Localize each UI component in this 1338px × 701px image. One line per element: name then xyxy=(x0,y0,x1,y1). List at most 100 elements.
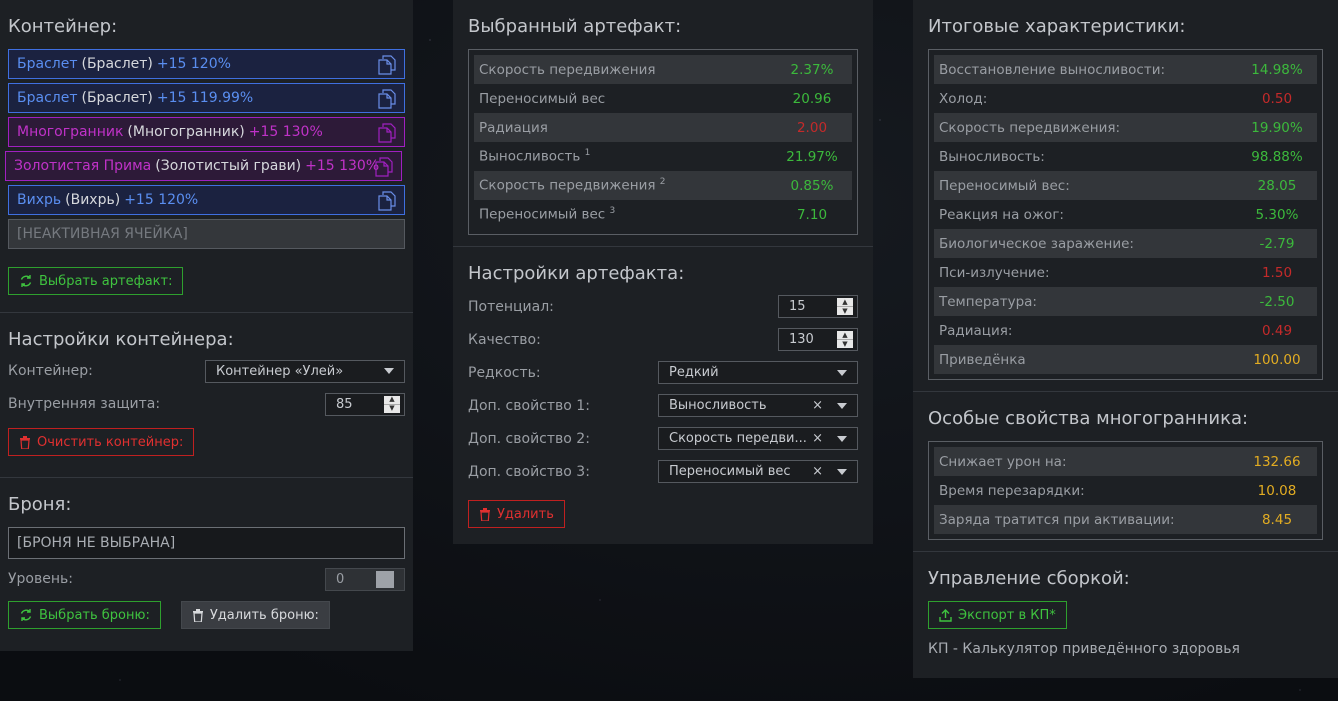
slot-artifact-name: Браслет xyxy=(17,90,78,106)
stat-value: 10.08 xyxy=(1257,482,1297,499)
totals-stats-table: Восстановление выносливости: 14.98% Холод:… xyxy=(928,49,1323,380)
totals-title: Итоговые характеристики: xyxy=(928,16,1186,37)
copy-icon[interactable] xyxy=(378,89,396,109)
prop2-select[interactable]: Скорость передви... × xyxy=(658,427,858,450)
total-stat-row: Пси-излучение: 1.50 xyxy=(934,258,1317,287)
protection-row: Внутренняя защита: 85 ▲ ▼ xyxy=(8,386,405,422)
stat-value: 28.05 xyxy=(1257,177,1297,194)
rarity-select[interactable]: Редкий xyxy=(658,361,858,384)
stat-value: 132.66 xyxy=(1253,453,1301,470)
totals-section: Итоговые характеристики: Восстановление … xyxy=(913,0,1338,392)
delete-armor-button[interactable]: Удалить броню: xyxy=(180,601,330,629)
stat-label: Заряда тратится при активации: xyxy=(939,511,1175,528)
prop1-select[interactable]: Выносливость × xyxy=(658,394,858,417)
upload-icon xyxy=(939,608,952,622)
stat-value: 19.90% xyxy=(1251,119,1303,136)
prop1-row: Доп. свойство 1: Выносливость × xyxy=(468,389,858,422)
total-stat-row: Радиация: 0.49 xyxy=(934,316,1317,345)
total-stat-row: Скорость передвижения: 19.90% xyxy=(934,113,1317,142)
slot-artifact-bonus: +15 120% xyxy=(156,56,231,72)
container-row: Контейнер: Контейнер «Улей» xyxy=(8,356,405,386)
copy-icon[interactable] xyxy=(375,157,393,177)
stat-label: Восстановление выносливости: xyxy=(939,61,1166,78)
special-stat-row: Время перезарядки: 10.08 xyxy=(934,476,1317,505)
artifact-settings-title: Настройки артефакта: xyxy=(468,263,685,284)
choose-armor-button[interactable]: Выбрать броню: xyxy=(8,601,161,629)
slot-artifact-name: Многогранник xyxy=(17,124,124,140)
armor-field[interactable]: [БРОНЯ НЕ ВЫБРАНА] xyxy=(8,527,405,559)
container-settings-title: Настройки контейнера: xyxy=(8,329,234,350)
container-slot[interactable]: Браслет (Браслет) +15 120% xyxy=(8,49,405,79)
choose-artifact-button[interactable]: Выбрать артефакт: xyxy=(8,267,184,295)
armor-section: Броня: [БРОНЯ НЕ ВЫБРАНА] Уровень: 0 Выб… xyxy=(0,478,413,645)
container-title: Контейнер: xyxy=(8,16,118,37)
copy-icon[interactable] xyxy=(378,55,396,75)
protection-input[interactable]: 85 ▲ ▼ xyxy=(325,392,405,416)
slider-handle[interactable] xyxy=(376,570,394,588)
stat-label: Переносимый вес: xyxy=(939,177,1070,194)
refresh-icon xyxy=(20,609,32,621)
artifact-stats-table: Скорость передвижения 2.37% Переносимый ве… xyxy=(468,49,858,235)
copy-icon[interactable] xyxy=(378,123,396,143)
total-stat-row: Биологическое заражение: -2.79 xyxy=(934,229,1317,258)
artifact-stat-row: Переносимый вес 3 7.10 xyxy=(474,200,852,229)
container-slot[interactable]: Вихрь (Вихрь) +15 120% xyxy=(8,185,405,215)
stat-label: Выносливость 1 xyxy=(479,148,591,165)
container-slot[interactable]: Золотистая Прима (Золотистый грави) +15 13… xyxy=(5,151,402,181)
middle-panel: Выбранный артефакт: Скорость передвижени… xyxy=(453,0,873,544)
clear-prop1-icon[interactable]: × xyxy=(812,398,823,413)
armor-buttons: Выбрать броню: Удалить броню: xyxy=(8,601,405,629)
total-stat-row: Холод: 0.50 xyxy=(934,84,1317,113)
prop3-select[interactable]: Переносимый вес × xyxy=(658,460,858,483)
stat-value: 20.96 xyxy=(792,90,832,107)
inactive-slot[interactable]: [НЕАКТИВНАЯ ЯЧЕЙКА] xyxy=(8,219,405,249)
armor-level-row: Уровень: 0 xyxy=(8,559,405,599)
quality-row: Качество: 130 ▲ ▼ xyxy=(468,323,858,356)
slot-artifact-base: (Многогранник) xyxy=(127,124,245,140)
container-slot[interactable]: Многогранник (Многогранник) +15 130% xyxy=(8,117,405,147)
potential-row: Потенциал: 15 ▲ ▼ xyxy=(468,290,858,323)
build-note: КП - Калькулятор приведённого здоровья xyxy=(928,641,1240,657)
container-slot[interactable]: Браслет (Браслет) +15 119.99% xyxy=(8,83,405,113)
export-button[interactable]: Экспорт в КП* xyxy=(928,601,1067,629)
total-stat-row: Реакция на ожог: 5.30% xyxy=(934,200,1317,229)
stat-value: 98.88% xyxy=(1251,148,1303,165)
potential-stepper[interactable]: ▲ ▼ xyxy=(837,298,853,315)
special-title: Особые свойства многогранника: xyxy=(928,408,1249,429)
protection-stepper[interactable]: ▲ ▼ xyxy=(384,395,400,413)
artifact-stat-row: Радиация 2.00 xyxy=(474,113,852,142)
artifact-stat-row: Выносливость 1 21.97% xyxy=(474,142,852,171)
stat-value: 2.00 xyxy=(796,119,828,136)
build-section: Управление сборкой: Экспорт в КП* КП - К… xyxy=(913,552,1338,673)
stat-label: Радиация: xyxy=(939,322,1013,339)
delete-artifact-button[interactable]: Удалить xyxy=(468,500,565,528)
total-stat-row: Переносимый вес: 28.05 xyxy=(934,171,1317,200)
copy-icon[interactable] xyxy=(378,191,396,211)
special-section: Особые свойства многогранника: Снижает у… xyxy=(913,392,1338,552)
container-select[interactable]: Контейнер «Улей» xyxy=(205,359,405,383)
prop2-row: Доп. свойство 2: Скорость передви... × xyxy=(468,422,858,455)
quality-input[interactable]: 130 ▲ ▼ xyxy=(778,328,858,351)
stat-value: 5.30% xyxy=(1255,206,1299,223)
clear-prop2-icon[interactable]: × xyxy=(812,431,823,446)
stat-value: -2.50 xyxy=(1259,293,1295,310)
potential-input[interactable]: 15 ▲ ▼ xyxy=(778,295,858,318)
slot-artifact-base: (Браслет) xyxy=(81,90,153,106)
special-stats-table: Снижает урон на: 132.66 Время перезарядки:… xyxy=(928,441,1323,540)
container-settings-section: Настройки контейнера: Контейнер: Контейн… xyxy=(0,313,413,478)
stat-value: 0.50 xyxy=(1261,90,1293,107)
clear-prop3-icon[interactable]: × xyxy=(812,464,823,479)
stat-value: 14.98% xyxy=(1251,61,1303,78)
armor-level-slider[interactable]: 0 xyxy=(325,567,405,591)
stat-label: Приведёнка xyxy=(939,351,1026,368)
clear-container-button[interactable]: Очистить контейнер: xyxy=(8,428,195,456)
build-title: Управление сборкой: xyxy=(928,568,1130,589)
container-slots: Браслет (Браслет) +15 120% Браслет (Браслет)… xyxy=(5,49,405,215)
stat-label: Скорость передвижения xyxy=(479,61,656,78)
quality-stepper[interactable]: ▲ ▼ xyxy=(837,331,853,348)
stat-value: 7.10 xyxy=(796,206,828,223)
stat-label: Переносимый вес xyxy=(479,90,606,107)
total-stat-row: Приведёнка 100.00 xyxy=(934,345,1317,374)
trash-icon xyxy=(20,435,30,449)
prop3-row: Доп. свойство 3: Переносимый вес × xyxy=(468,455,858,488)
